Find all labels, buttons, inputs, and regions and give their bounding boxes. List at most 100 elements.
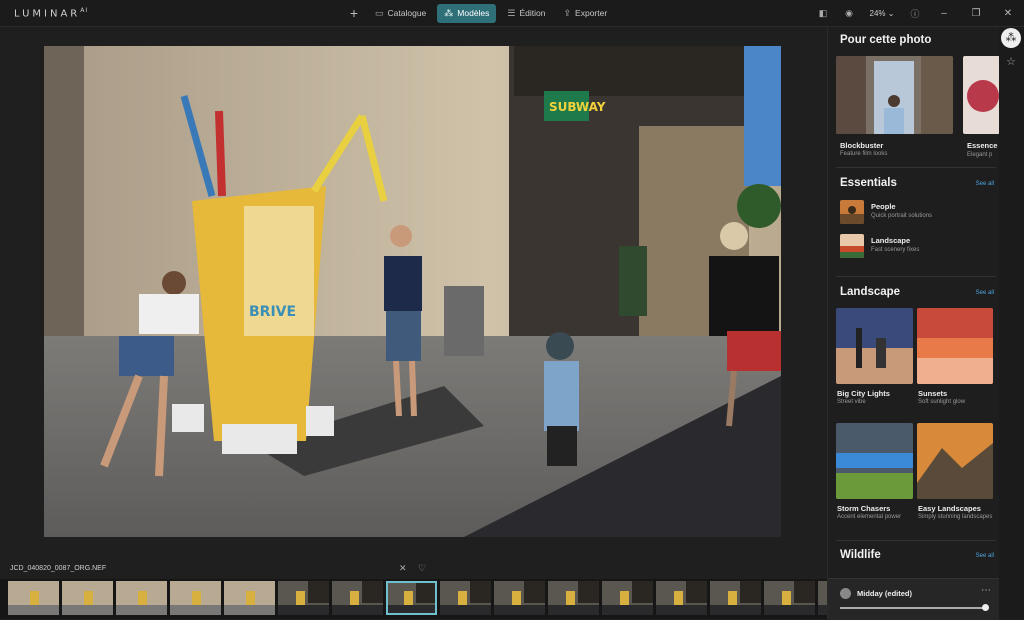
filmstrip-thumbnail[interactable]	[332, 581, 383, 615]
card-big-city-lights[interactable]	[836, 308, 913, 384]
essentials-item-sub: Fast scenery fixes	[871, 247, 920, 253]
filmstrip-thumbnail[interactable]	[440, 581, 491, 615]
filmstrip-thumbnail[interactable]	[764, 581, 815, 615]
filmstrip-thumbnail[interactable]	[548, 581, 599, 615]
app-logo: LUMINARAI	[14, 7, 88, 19]
filmstrip-thumbnail[interactable]	[710, 581, 761, 615]
close-button[interactable]: ✕	[992, 8, 1024, 19]
people-thumbnail	[840, 200, 864, 224]
add-button[interactable]: +	[344, 3, 364, 23]
card-title-blockbuster: Blockbuster	[840, 141, 884, 150]
photo-street-scene: SUBWAY BRIVE	[44, 46, 781, 537]
blockbuster-thumbnail	[836, 56, 953, 134]
magic-wand-icon: ⁂	[444, 7, 454, 18]
compare-icon[interactable]: ◧	[810, 8, 836, 19]
card-title-essence: Essence	[967, 141, 998, 150]
main-nav: + ▭ Catalogue ⁂ Modèles ☰ Édition ⇪ Exporter	[344, 3, 614, 23]
reject-icon[interactable]: ✕	[399, 563, 407, 574]
main-photo[interactable]: SUBWAY BRIVE	[44, 46, 781, 537]
svg-text:BRIVE: BRIVE	[249, 304, 296, 320]
card-sub: Street vibe	[837, 399, 866, 405]
filmstrip-thumbnail[interactable]	[116, 581, 167, 615]
file-bar: JCD_040820_0087_ORG.NEF ✕ ♡	[0, 562, 827, 578]
card-blockbuster[interactable]	[836, 56, 953, 134]
sliders-icon: ☰	[507, 7, 516, 18]
easy-landscapes-thumbnail	[917, 423, 993, 499]
filmstrip-thumbnail[interactable]	[656, 581, 707, 615]
minimize-button[interactable]: –	[928, 8, 960, 19]
card-sub-blockbuster: Feature film looks	[840, 151, 888, 157]
landscape-thumbnail	[840, 234, 864, 258]
essence-thumbnail	[963, 56, 1000, 134]
filmstrip-thumbnail[interactable]	[224, 581, 275, 615]
tab-exporter[interactable]: ⇪ Exporter	[557, 4, 615, 23]
filmstrip	[0, 579, 869, 619]
divider	[836, 276, 996, 277]
big-city-lights-thumbnail	[836, 308, 913, 384]
zoom-value: 24%	[869, 8, 886, 18]
section-title-pour-cette-photo: Pour cette photo	[840, 34, 932, 46]
image-canvas: SUBWAY BRIVE	[0, 27, 827, 571]
eye-icon[interactable]: ◉	[836, 8, 862, 19]
essentials-item-title: People	[871, 202, 896, 211]
amount-slider[interactable]	[840, 604, 989, 611]
card-essence[interactable]	[963, 56, 1000, 134]
applied-preset-name: Midday (edited)	[857, 589, 913, 598]
section-title-wildlife: Wildlife	[840, 549, 881, 561]
zoom-dropdown[interactable]: 24% ⌄	[862, 9, 902, 18]
card-title: Easy Landscapes	[918, 504, 981, 513]
sunsets-thumbnail	[917, 308, 993, 384]
essentials-item-sub: Quick portrait solutions	[871, 213, 933, 219]
divider	[836, 540, 996, 541]
filmstrip-thumbnail[interactable]	[278, 581, 329, 615]
slider-knob[interactable]	[982, 604, 989, 611]
file-name: JCD_040820_0087_ORG.NEF	[10, 565, 107, 572]
filmstrip-thumbnail[interactable]	[494, 581, 545, 615]
filmstrip-thumbnail[interactable]	[8, 581, 59, 615]
chevron-down-icon: ⌄	[887, 8, 895, 18]
card-sub: Accent elemental power	[837, 514, 902, 520]
see-all-essentials[interactable]: See all	[976, 181, 994, 187]
filmstrip-thumbnail[interactable]	[62, 581, 113, 615]
essentials-item-title: Landscape	[871, 236, 911, 245]
info-icon[interactable]: ⓘ	[902, 7, 928, 20]
section-title-landscape: Landscape	[840, 286, 901, 298]
star-icon[interactable]: ☆	[1001, 52, 1021, 72]
card-easy-landscapes[interactable]	[917, 423, 993, 499]
card-title: Sunsets	[918, 389, 948, 398]
share-icon: ⇪	[563, 7, 572, 18]
maximize-button[interactable]: ❐	[960, 8, 992, 19]
tab-edition-label: Édition	[519, 8, 546, 18]
tab-modeles[interactable]: ⁂ Modèles	[437, 3, 497, 23]
more-icon[interactable]: ⋯	[981, 585, 991, 596]
logo-sup: AI	[80, 7, 89, 14]
card-essence-text: Essence Elegant p	[967, 141, 1000, 158]
card-sub-essence: Elegant p	[967, 152, 993, 158]
see-all-wildlife[interactable]: See all	[976, 553, 994, 559]
filmstrip-thumbnail[interactable]	[602, 581, 653, 615]
section-title-essentials: Essentials	[840, 177, 897, 189]
preset-amount-bar: Midday (edited) ⋯	[828, 578, 999, 620]
card-title: Big City Lights	[837, 389, 890, 398]
card-sunsets[interactable]	[917, 308, 993, 384]
card-sub: Soft sunlight glow	[918, 399, 966, 405]
tab-catalogue[interactable]: ▭ Catalogue	[368, 4, 433, 23]
card-sub: Simply stunning landscapes	[918, 514, 993, 520]
essentials-item-landscape[interactable]: Landscape Fast scenery fixes	[840, 234, 990, 260]
filmstrip-thumbnail[interactable]	[386, 581, 437, 615]
folder-icon: ▭	[375, 7, 384, 18]
essentials-item-people[interactable]: People Quick portrait solutions	[840, 200, 990, 226]
tab-catalogue-label: Catalogue	[387, 8, 427, 18]
templates-icon[interactable]: ⁂	[1001, 28, 1021, 48]
card-storm-chasers[interactable]	[836, 423, 913, 499]
slider-fill	[840, 607, 986, 609]
heart-icon[interactable]: ♡	[418, 563, 426, 574]
logo-text: LUMINAR	[14, 8, 81, 20]
divider	[836, 167, 996, 168]
card-title: Storm Chasers	[837, 504, 891, 513]
tab-edition[interactable]: ☰ Édition	[500, 4, 552, 23]
right-rail: ⁂ ☆	[999, 27, 1024, 619]
filmstrip-thumbnail[interactable]	[170, 581, 221, 615]
right-tools: ◧ ◉ 24% ⌄ ⓘ – ❐ ✕	[810, 0, 1024, 26]
see-all-landscape[interactable]: See all	[976, 290, 994, 296]
